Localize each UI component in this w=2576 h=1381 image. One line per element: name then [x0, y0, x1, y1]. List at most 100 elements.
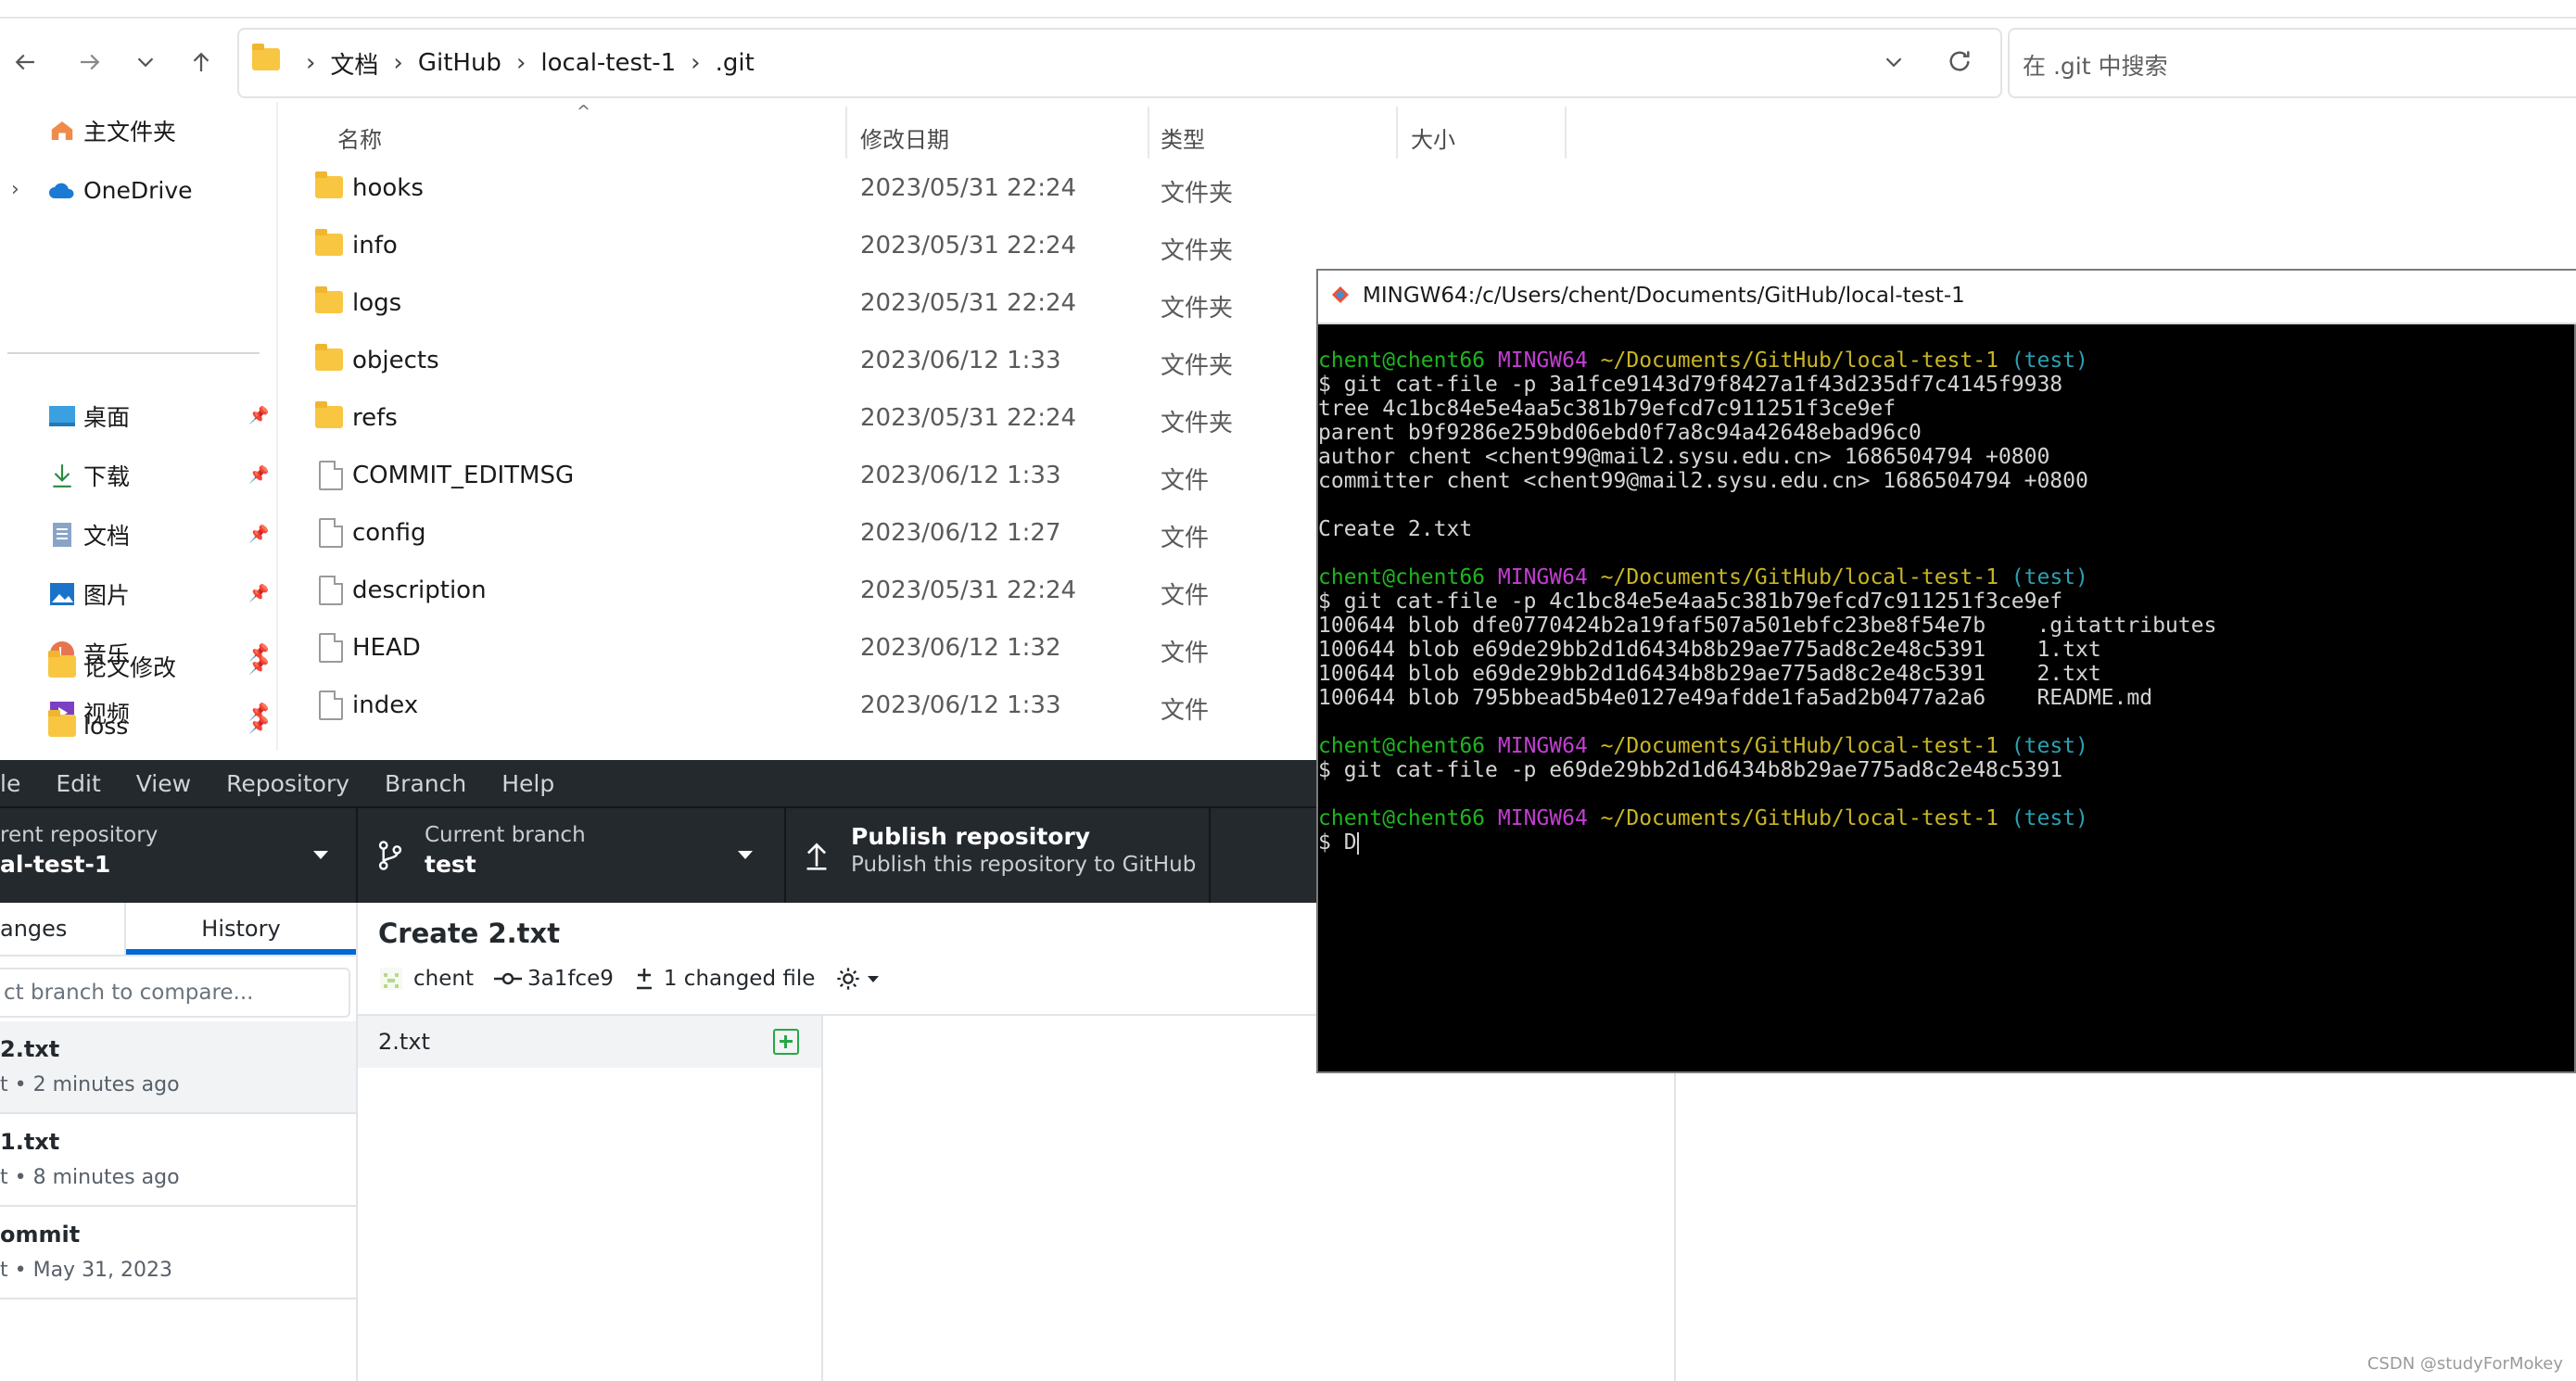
tab-changes[interactable]: anges [0, 903, 126, 955]
publish-repository-label: Publish repository [851, 823, 1091, 850]
tab-label: anges [0, 916, 68, 942]
file-row[interactable]: info 2023/05/31 22:24 文件夹 [278, 219, 1576, 276]
upload-icon [806, 843, 827, 870]
commit-sha[interactable]: 3a1fce9 [527, 967, 614, 991]
terminal-window[interactable]: MINGW64:/c/Users/chent/Documents/GitHub/… [1316, 269, 2576, 1073]
prompt-line: chent@chent66 MINGW64 ~/Documents/GitHub… [1318, 806, 2088, 830]
current-branch-button[interactable]: Current branch test [358, 808, 786, 905]
pin-icon: 📌 [248, 656, 270, 676]
menu-view[interactable]: View [136, 770, 191, 797]
file-type: 文件夹 [1161, 295, 1234, 323]
sidebar-item-folder[interactable]: 论文修改 📌 [0, 643, 278, 690]
chevron-right-icon[interactable]: › [11, 178, 19, 201]
changed-files-list: 2.txt [358, 1016, 823, 1381]
terminal-title: MINGW64:/c/Users/chent/Documents/GitHub/… [1363, 284, 1965, 308]
menu-file[interactable]: le [0, 770, 20, 797]
search-input[interactable]: 在 .git 中搜索 [2008, 28, 2576, 98]
file-date: 2023/05/31 22:24 [860, 232, 1077, 260]
tab-history[interactable]: History [126, 903, 356, 955]
address-bar[interactable]: › 文档 › GitHub › local-test-1 › .git [237, 28, 2002, 98]
current-input: $ D [1318, 830, 1357, 855]
tab-bar: anges History [0, 903, 356, 957]
file-name: config [352, 519, 426, 547]
prompt-env: MINGW64 [1497, 565, 1588, 589]
branch-icon [378, 841, 402, 870]
file-icon [315, 633, 343, 663]
breadcrumb-item[interactable]: GitHub [418, 49, 501, 77]
breadcrumb-item[interactable]: .git [716, 49, 755, 77]
up-button[interactable] [176, 39, 226, 85]
history-item-title: 1.txt [0, 1129, 60, 1155]
folder-icon [315, 286, 343, 315]
sidebar-item-downloads[interactable]: 下载 📌 [0, 452, 278, 499]
column-separator[interactable] [1565, 107, 1567, 158]
prompt-line: chent@chent66 MINGW64 ~/Documents/GitHub… [1318, 565, 2088, 589]
changed-file-row[interactable]: 2.txt [358, 1016, 821, 1068]
pin-icon: 📌 [248, 406, 270, 425]
terminal-output[interactable]: chent@chent66 MINGW64 ~/Documents/GitHub… [1318, 348, 2576, 1071]
file-name: COMMIT_EDITMSG [352, 462, 575, 489]
publish-repository-button[interactable]: Publish repository Publish this reposito… [786, 808, 1211, 905]
breadcrumb-item[interactable]: 文档 [330, 46, 378, 81]
file-type: 文件夹 [1161, 410, 1234, 437]
folder-icon [315, 171, 343, 200]
sort-ascending-icon: ^ [577, 102, 591, 121]
recent-locations-button[interactable] [121, 39, 171, 85]
file-added-icon [773, 1029, 799, 1055]
current-repository-button[interactable]: rent repository al-test-1 [0, 808, 358, 905]
menu-edit[interactable]: Edit [56, 770, 100, 797]
search-placeholder: 在 .git 中搜索 [2023, 53, 2168, 80]
gear-icon[interactable] [835, 966, 861, 992]
file-row[interactable]: hooks 2023/05/31 22:24 文件夹 [278, 161, 1576, 219]
output-line: 100644 blob dfe0770424b2a19faf507a501ebf… [1318, 614, 2217, 638]
watermark: CSDN @studyForMokey [2367, 1354, 2563, 1374]
sidebar-item-documents[interactable]: 文档 📌 [0, 512, 278, 558]
sidebar-item-home[interactable]: 主文件夹 [0, 108, 278, 154]
file-icon [315, 576, 343, 605]
file-name: description [352, 576, 487, 604]
caret-down-icon[interactable] [865, 970, 882, 987]
file-type: 文件夹 [1161, 352, 1234, 380]
sidebar-item-folder[interactable]: loss 📌 [0, 703, 278, 749]
breadcrumb-item[interactable]: local-test-1 [540, 49, 676, 77]
column-header-date[interactable]: 修改日期 [860, 111, 949, 163]
history-item[interactable]: 1.txt t • 8 minutes ago [0, 1114, 356, 1207]
forward-button[interactable] [65, 39, 115, 85]
refresh-icon [1949, 51, 1970, 71]
tab-label: History [201, 916, 281, 942]
chevron-right-icon: › [691, 49, 701, 77]
column-header-name[interactable]: 名称 [337, 111, 382, 163]
back-button[interactable] [0, 39, 50, 85]
file-date: 2023/05/31 22:24 [860, 174, 1077, 202]
sidebar-item-desktop[interactable]: 桌面 📌 [0, 393, 278, 439]
menu-branch[interactable]: Branch [385, 770, 466, 797]
address-dropdown-button[interactable] [1880, 48, 1908, 80]
sidebar-item-onedrive[interactable]: › OneDrive [0, 167, 278, 213]
input-line[interactable]: $ D [1318, 830, 1359, 855]
chevron-right-icon: › [393, 49, 403, 77]
folder-icon [315, 344, 343, 373]
branch-compare-input[interactable]: ct branch to compare... [0, 968, 350, 1018]
column-separator[interactable] [1396, 107, 1398, 158]
terminal-titlebar[interactable]: MINGW64:/c/Users/chent/Documents/GitHub/… [1318, 271, 2576, 324]
refresh-button[interactable] [1945, 46, 1974, 80]
column-separator[interactable] [1148, 107, 1149, 158]
history-item[interactable]: 2.txt t • 2 minutes ago [0, 1021, 356, 1114]
history-item[interactable]: ommit t • May 31, 2023 [0, 1207, 356, 1299]
output-line: committer chent <chent99@mail2.sysu.edu.… [1318, 469, 2088, 493]
prompt-path: ~/Documents/GitHub/local-test-1 [1600, 806, 1999, 830]
prompt-env: MINGW64 [1497, 734, 1588, 758]
commit-author: chent [413, 967, 474, 991]
sidebar-item-label: 图片 [83, 582, 131, 609]
sidebar-item-pictures[interactable]: 图片 📌 [0, 571, 278, 617]
prompt-path: ~/Documents/GitHub/local-test-1 [1600, 734, 1999, 758]
folder-icon [46, 710, 78, 741]
menu-help[interactable]: Help [501, 770, 554, 797]
file-type: 文件夹 [1161, 237, 1234, 265]
column-separator[interactable] [845, 107, 847, 158]
column-header-size[interactable]: 大小 [1411, 111, 1455, 163]
file-icon [315, 518, 343, 548]
column-header-type[interactable]: 类型 [1161, 111, 1205, 163]
sidebar-divider [7, 352, 260, 354]
menu-repository[interactable]: Repository [226, 770, 349, 797]
